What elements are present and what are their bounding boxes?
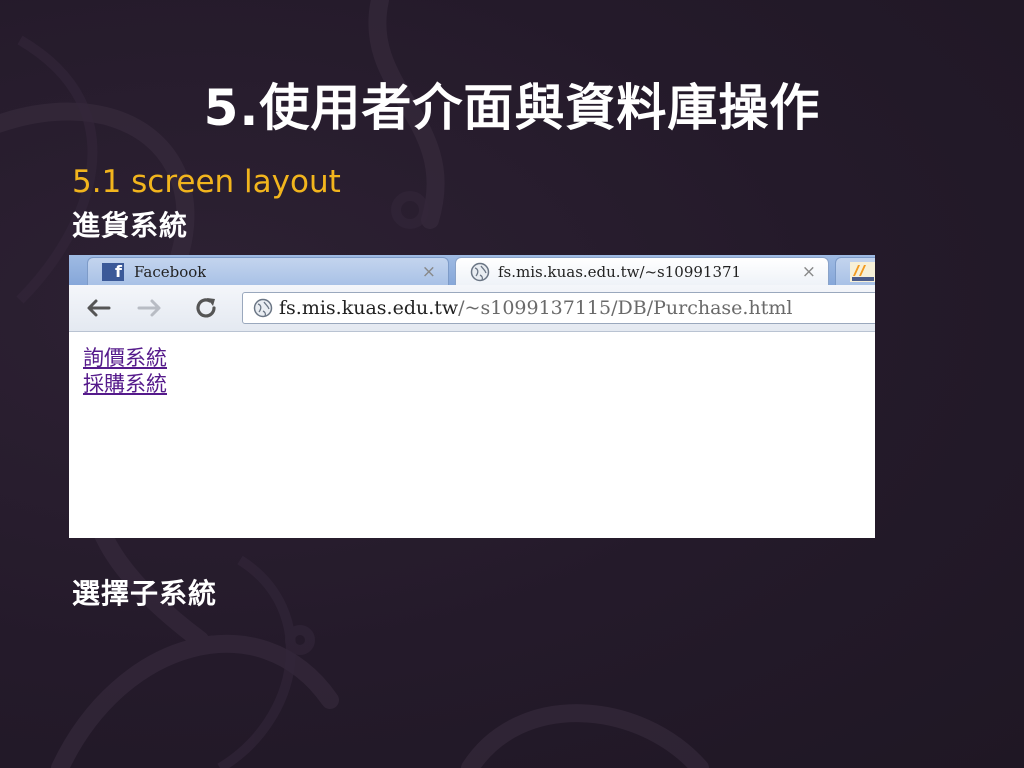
globe-icon [470,262,490,282]
browser-window: f Facebook × fs.mis.kuas.edu.tw/~s109913… [69,255,875,538]
reload-icon [196,298,216,318]
tab-facebook[interactable]: f Facebook × [87,257,449,286]
link-procurement-system[interactable]: 採購系統 [83,368,167,398]
tab-purchase-page[interactable]: fs.mis.kuas.edu.tw/~s10991371 × [455,257,829,286]
url-host: fs.mis.kuas.edu.tw [279,297,459,319]
tab-title: Facebook [134,263,207,281]
tab-close-icon[interactable]: × [802,262,816,282]
back-arrow-icon [87,299,111,317]
section-label-select-subsystem: 選擇子系統 [72,577,218,610]
forward-arrow-icon [137,299,161,317]
tab-title: fs.mis.kuas.edu.tw/~s10991371 [498,263,742,281]
facebook-icon: f [102,262,124,281]
tab-close-icon[interactable]: × [422,262,436,282]
url-path: /~s1099137115/DB/Purchase.html [458,297,793,319]
tab-strip: f Facebook × fs.mis.kuas.edu.tw/~s109913… [69,255,875,286]
section-label-purchase-system: 進貨系統 [72,209,189,242]
address-bar[interactable]: fs.mis.kuas.edu.tw/~s1099137115/DB/Purch… [242,292,875,324]
reload-button[interactable] [191,294,221,322]
phpmyadmin-icon [850,262,875,282]
slide: 5.使用者介面與資料庫操作 5.1 screen layout 進貨系統 f F… [0,0,1024,768]
browser-toolbar: fs.mis.kuas.edu.tw/~s1099137115/DB/Purch… [69,285,875,332]
back-button[interactable] [83,294,113,322]
slide-title: 5.使用者介面與資料庫操作 [203,79,821,137]
tab-phpmyadmin[interactable] [835,257,875,286]
slide-subtitle: 5.1 screen layout [72,164,341,200]
forward-button[interactable] [135,294,165,322]
globe-icon [253,298,273,318]
address-url[interactable]: fs.mis.kuas.edu.tw/~s1099137115/DB/Purch… [279,297,792,319]
page-content: 詢價系統 採購系統 [69,332,875,538]
